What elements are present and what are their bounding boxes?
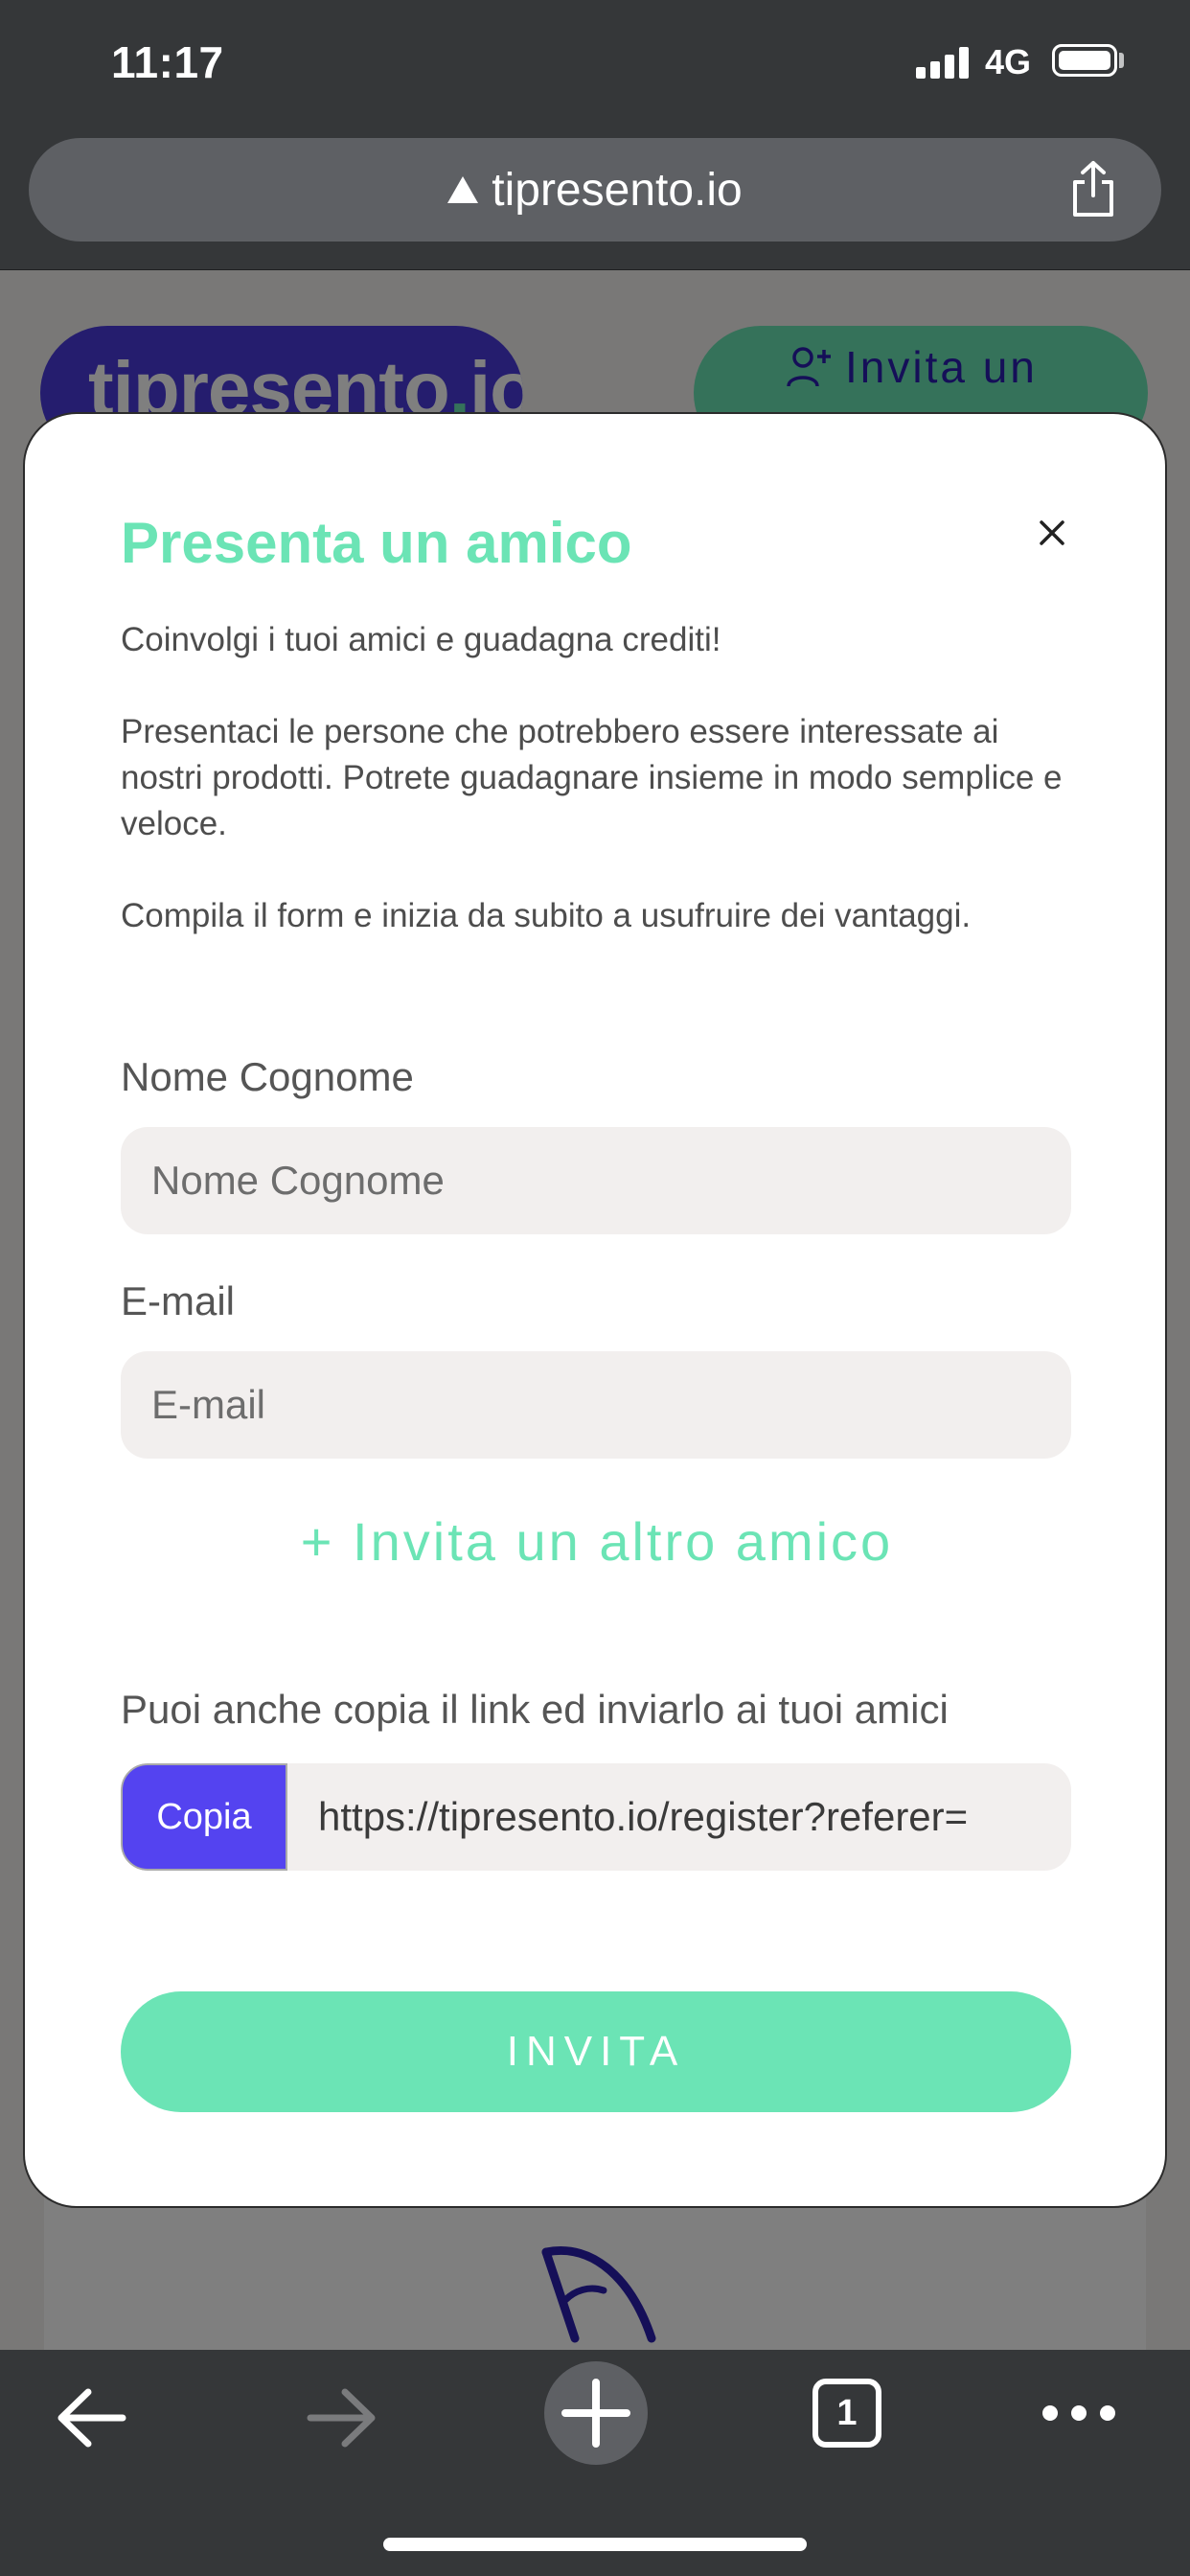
invite-modal: Presenta un amico Coinvolgi i tuoi amici… (23, 412, 1167, 2208)
warning-icon (447, 176, 479, 203)
copy-hint: Puoi anche copia il link ed inviarlo ai … (121, 1687, 949, 1732)
modal-title: Presenta un amico (121, 511, 632, 575)
invite-button[interactable]: INVITA (121, 1991, 1071, 2112)
url-text: tipresento.io (492, 164, 743, 216)
name-input[interactable] (121, 1127, 1071, 1234)
email-label: E-mail (121, 1278, 236, 1323)
referral-link-field[interactable]: https://tipresento.io/register?referer= (318, 1763, 1056, 1871)
new-tab-icon[interactable] (542, 2359, 650, 2467)
address-bar[interactable]: tipresento.io (29, 138, 1161, 242)
network-type: 4G (985, 42, 1032, 81)
forward-arrow-icon[interactable] (303, 2384, 379, 2451)
share-icon[interactable] (1067, 159, 1119, 218)
more-icon[interactable] (1041, 2400, 1117, 2426)
modal-cta-text: Compila il form e inizia da subito a usu… (121, 897, 972, 934)
status-bar: 11:17 4G (0, 0, 1190, 134)
add-friend-link[interactable]: + Invita un altro amico (25, 1510, 1169, 1573)
referral-link-group: Copia https://tipresento.io/register?ref… (121, 1763, 1071, 1871)
modal-description: Presentaci le persone che potrebbero ess… (121, 713, 1063, 842)
tabs-icon[interactable]: 1 (812, 2379, 881, 2448)
modal-intro: Coinvolgi i tuoi amici e guadagna credit… (121, 621, 721, 658)
status-time: 11:17 (111, 37, 224, 87)
back-arrow-icon[interactable] (54, 2384, 130, 2451)
copy-button[interactable]: Copia (121, 1763, 287, 1871)
battery-icon (1052, 44, 1117, 77)
name-label: Nome Cognome (121, 1054, 414, 1099)
tab-count: 1 (836, 2392, 858, 2433)
email-input[interactable] (121, 1351, 1071, 1459)
signal-icon (916, 46, 970, 79)
home-indicator[interactable] (383, 2538, 807, 2551)
close-icon[interactable] (1039, 519, 1065, 546)
